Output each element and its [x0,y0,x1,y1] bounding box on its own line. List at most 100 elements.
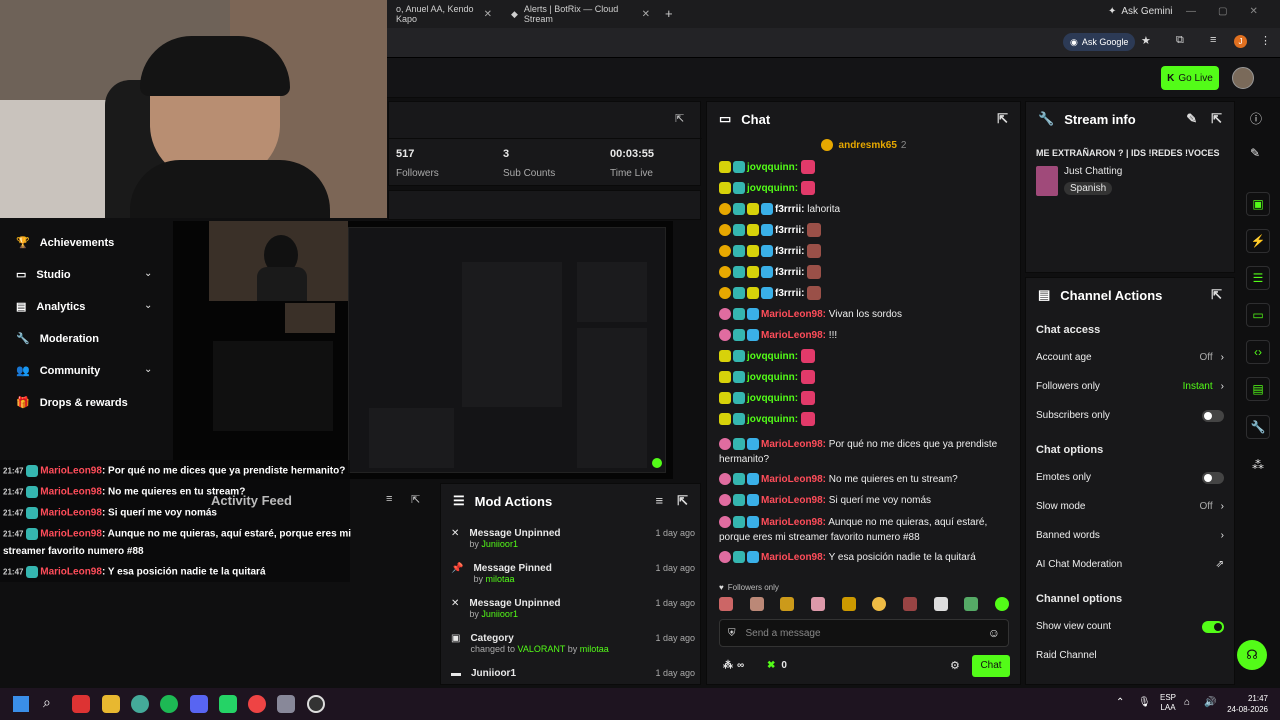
chat-username[interactable]: jovqquinn: [747,393,798,404]
nav-item-drops[interactable]: 🎁 Drops & rewards [16,396,128,410]
sidebar-panel-actions[interactable]: ⚡ [1246,229,1270,253]
user-avatar[interactable] [1232,67,1254,89]
ask-gemini-button[interactable]: ✦ Ask Gemini [1108,6,1173,17]
sidebar-panel-stats[interactable]: ▣ [1246,192,1270,216]
pinned-user-bar[interactable]: andresmk65 2 [707,136,1020,154]
chevron-down-icon[interactable]: ⌄ [144,364,152,375]
nav-item-studio[interactable]: ▭ Studio [16,268,71,282]
browser-tab-active[interactable]: ◆ Alerts | BotRix — Cloud Stream ✕ [503,4,658,24]
chat-username[interactable]: jovqquinn: [747,372,798,383]
popout-icon[interactable]: ⇱ [675,112,684,125]
popout-icon[interactable]: ⇱ [677,493,688,509]
emote[interactable] [719,597,733,611]
raid-channel-row[interactable]: Raid Channel [1036,641,1224,670]
nav-item-moderation[interactable]: 🔧 Moderation [16,332,99,346]
chat-username[interactable]: jovqquinn: [747,414,798,425]
info-icon[interactable]: ⓘ [1250,110,1262,127]
volume-icon[interactable]: 🔊 [1204,697,1216,708]
browser-tab[interactable]: o, Anuel AA, Kendo Kapo ✕ [388,4,500,24]
community-icon[interactable]: ⁂ [1252,458,1264,472]
emote[interactable] [872,597,887,611]
subscribers-only-toggle[interactable] [1202,409,1224,422]
nav-item-achievements[interactable]: 🏆 Achievements [16,236,114,250]
clock[interactable]: 21:47 24-08-2026 [1224,693,1268,715]
search-icon[interactable]: ⌕ [43,694,51,711]
emote[interactable] [994,597,1009,611]
chat-username[interactable]: f3rrrii: [775,204,804,215]
emote[interactable] [933,597,948,611]
followers-only-row[interactable]: Followers only Instant › [1036,372,1224,401]
nav-item-community[interactable]: 👥 Community [16,364,100,378]
ask-google-button[interactable]: ◉ Ask Google [1063,33,1136,51]
emote[interactable] [780,597,795,611]
sidebar-panel-channel[interactable]: ▤ [1246,377,1270,401]
app-icon[interactable] [72,695,90,713]
emotes-only-toggle[interactable] [1202,471,1224,484]
popout-icon[interactable]: ⇱ [1211,111,1222,127]
chat-username[interactable]: MarioLeon98: [761,330,826,341]
show-view-count-toggle[interactable] [1202,620,1224,633]
close-icon[interactable]: ✕ [484,9,492,20]
emote[interactable] [902,597,917,611]
slow-mode-row[interactable]: Slow mode Off › [1036,492,1224,521]
language-indicator[interactable]: ESP LAA [1160,693,1176,713]
chat-username[interactable]: f3rrrii: [775,267,804,278]
popout-icon[interactable]: ⇱ [997,111,1008,127]
close-window-icon[interactable]: ✕ [1249,6,1257,17]
emote[interactable] [964,597,979,611]
chat-username[interactable]: MarioLeon98: [761,552,826,563]
sidebar-panel-list[interactable]: ☰ [1246,266,1270,290]
sidebar-panel-moderation[interactable]: 🔧 [1246,415,1270,439]
emote[interactable] [749,597,764,611]
emote[interactable] [810,597,825,611]
settings-icon[interactable] [277,695,295,713]
nav-item-analytics[interactable]: ▤ Analytics [16,300,85,314]
chat-username[interactable]: jovqquinn: [747,183,798,194]
chat-username[interactable]: MarioLeon98: [761,474,826,485]
menu-icon[interactable]: ⋮ [1260,34,1271,47]
chat-username[interactable]: jovqquinn: [747,162,798,173]
chrome-icon[interactable] [131,695,149,713]
chat-input[interactable]: ⛨ Send a message ☺ [719,619,1009,647]
chevron-down-icon[interactable]: ⌄ [144,300,152,311]
popout-icon[interactable]: ⇱ [411,493,420,506]
emote[interactable] [841,597,856,611]
account-age-row[interactable]: Account age Off › [1036,343,1224,372]
chat-username[interactable]: f3rrrii: [775,246,804,257]
ai-moderation-row[interactable]: AI Chat Moderation ⇗ [1036,550,1224,579]
spotify-icon[interactable] [160,695,178,713]
sidebar-panel-embed[interactable]: ‹› [1246,340,1270,364]
maximize-icon[interactable]: ▢ [1218,6,1227,17]
chat-username[interactable]: f3rrrii: [775,288,804,299]
whatsapp-icon[interactable] [219,695,237,713]
chat-username[interactable]: MarioLeon98: [761,439,826,450]
tray-chevron-icon[interactable]: ⌃ [1116,697,1124,708]
settings-gear-icon[interactable]: ⚙ [950,659,960,672]
bookmark-star-icon[interactable]: ★ [1141,34,1151,47]
emoji-icon[interactable]: ☺ [988,626,1000,640]
chrome-profile-icon[interactable] [248,695,266,713]
new-tab-icon[interactable]: + [665,6,673,21]
minimize-icon[interactable]: — [1186,6,1196,17]
go-live-button[interactable]: K Go Live [1161,66,1219,90]
popout-icon[interactable]: ⇱ [1211,287,1222,303]
profile-avatar[interactable]: J [1234,35,1247,48]
sidebar-panel-chat[interactable]: ▭ [1246,303,1270,327]
microphone-icon[interactable]: 🎙 [1138,697,1151,708]
media-icon[interactable]: ≡ [1210,34,1216,46]
chat-username[interactable]: MarioLeon98: [761,309,826,320]
chevron-down-icon[interactable]: ⌄ [144,268,152,279]
chat-username[interactable]: f3rrrii: [775,225,804,236]
extensions-icon[interactable]: ⧉ [1176,34,1184,47]
windows-start-icon[interactable] [13,696,29,712]
chat-send-button[interactable]: Chat [972,655,1010,677]
network-icon[interactable]: ⌂ [1184,697,1190,708]
banned-words-row[interactable]: Banned words › [1036,521,1224,550]
discord-icon[interactable] [190,695,208,713]
chat-username[interactable]: jovqquinn: [747,351,798,362]
filter-icon[interactable]: ≡ [656,493,664,509]
chat-username[interactable]: MarioLeon98: [761,517,826,528]
edit-icon[interactable]: ✎ [1186,111,1197,127]
chat-username[interactable]: MarioLeon98: [761,495,826,506]
obs-icon[interactable] [307,695,325,713]
